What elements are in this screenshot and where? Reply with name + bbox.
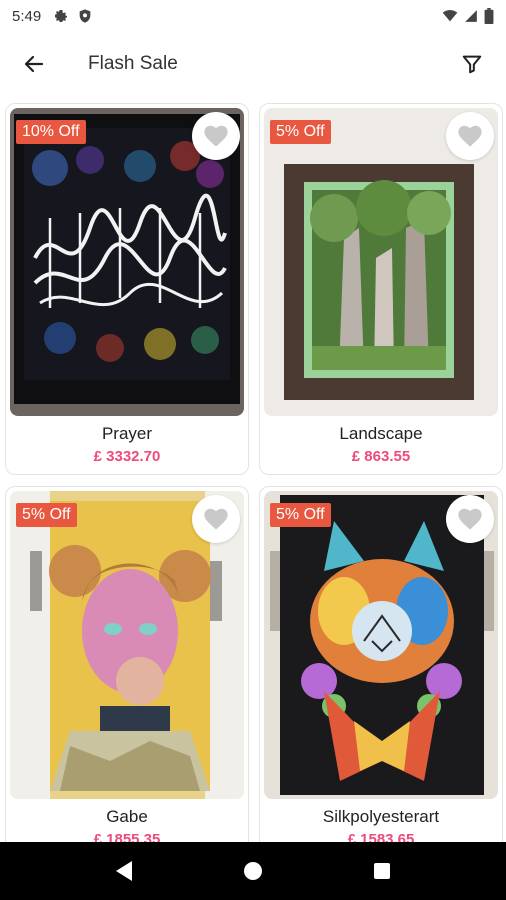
product-name: Landscape [339, 424, 423, 443]
shield-icon [79, 9, 91, 23]
back-button[interactable] [12, 42, 56, 86]
filter-icon [462, 55, 482, 74]
product-image: 5% Off [264, 108, 498, 416]
status-bar: 5:49 [0, 0, 506, 32]
product-price: £ 1855.35 [93, 831, 161, 842]
product-card[interactable]: 5% Off Landscape £ 863.55 [259, 103, 503, 475]
filter-button[interactable] [450, 42, 494, 86]
discount-badge: 10% Off [16, 120, 86, 144]
heart-icon [204, 125, 228, 147]
wifi-icon [442, 10, 458, 22]
wishlist-button[interactable] [192, 495, 240, 543]
product-card[interactable]: 5% Off Silkpolyesterart £ 1583.65 [259, 486, 503, 842]
heart-icon [458, 125, 482, 147]
home-circle-icon [243, 862, 262, 880]
product-name: Gabe [106, 807, 148, 826]
nav-home-button[interactable] [233, 851, 273, 891]
product-price: £ 863.55 [351, 448, 411, 465]
discount-badge: 5% Off [16, 503, 77, 527]
product-name: Silkpolyesterart [322, 807, 440, 826]
app-bar: Flash Sale [0, 32, 506, 96]
nav-recents-button[interactable] [362, 851, 402, 891]
heart-icon [204, 508, 228, 530]
back-triangle-icon [116, 861, 133, 881]
status-right-icons [442, 8, 494, 24]
page-title: Flash Sale [88, 53, 178, 74]
discount-badge: 5% Off [270, 120, 331, 144]
battery-icon [484, 8, 494, 24]
status-time: 5:49 [12, 7, 42, 25]
arrow-left-icon [24, 55, 44, 73]
product-card[interactable]: 5% Off Gabe £ 1855.35 [5, 486, 249, 842]
product-image: 10% Off [10, 108, 244, 416]
product-price: £ 3332.70 [93, 448, 161, 465]
system-nav-bar [0, 842, 506, 900]
product-image: 5% Off [10, 491, 244, 799]
status-left-icons [53, 8, 93, 24]
gear-icon [55, 10, 68, 22]
product-name: Prayer [101, 424, 153, 443]
recents-square-icon [373, 863, 390, 879]
wishlist-button[interactable] [446, 112, 494, 160]
product-card[interactable]: 10% Off Prayer £ 3332.70 [5, 103, 249, 475]
wishlist-button[interactable] [446, 495, 494, 543]
nav-back-button[interactable] [104, 851, 144, 891]
wishlist-button[interactable] [192, 112, 240, 160]
product-price: £ 1583.65 [347, 831, 415, 842]
discount-badge: 5% Off [270, 503, 331, 527]
product-image: 5% Off [264, 491, 498, 799]
heart-icon [458, 508, 482, 530]
product-grid: 10% Off Prayer £ 3332.70 5% Off Landscap… [0, 100, 506, 842]
signal-icon [465, 10, 477, 22]
